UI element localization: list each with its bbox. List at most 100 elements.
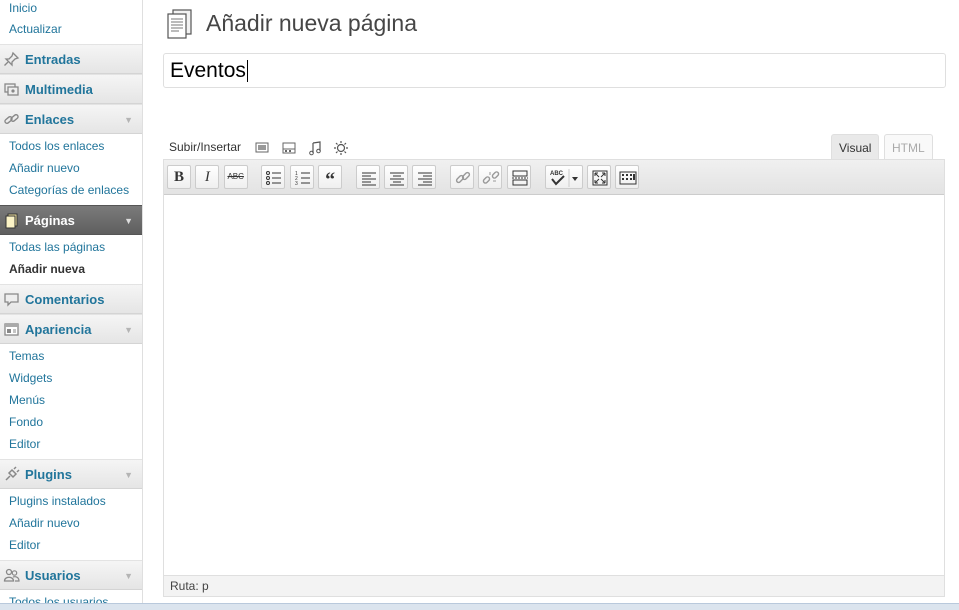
bullet-list-button[interactable] — [261, 165, 286, 189]
menu-entradas[interactable]: Entradas — [0, 44, 142, 74]
menu-label: Plugins — [25, 467, 72, 482]
enlaces-submenu: Todos los enlaces Añadir nuevo Categoría… — [0, 134, 142, 205]
media-icon — [4, 83, 19, 96]
insert-link-button[interactable] — [450, 165, 475, 189]
more-tag-icon — [511, 170, 528, 186]
add-video-icon[interactable] — [281, 140, 297, 156]
usuarios-submenu: Todos los usuarios — [0, 590, 142, 603]
apariencia-submenu: Temas Widgets Menús Fondo Editor — [0, 344, 142, 459]
menu-enlaces[interactable]: Enlaces ▼ — [0, 104, 142, 134]
page-title: Añadir nueva página — [206, 10, 417, 36]
expand-arrow-icon[interactable]: ▼ — [124, 206, 133, 236]
editor-content-area[interactable] — [164, 195, 944, 575]
menu-label: Entradas — [25, 52, 81, 67]
content-editor: B I ABC 123 “ ABC Ruta: p — [163, 159, 945, 597]
menu-multimedia[interactable]: Multimedia — [0, 74, 142, 104]
sidebar-item-temas[interactable]: Temas — [0, 347, 142, 369]
media-upload-bar: Subir/Insertar — [169, 138, 356, 156]
menu-label: Multimedia — [25, 82, 93, 97]
sidebar-item-widgets[interactable]: Widgets — [0, 369, 142, 391]
menu-comentarios[interactable]: Comentarios — [0, 284, 142, 314]
menu-label: Páginas — [25, 213, 75, 228]
sidebar-item-todos-los-usuarios[interactable]: Todos los usuarios — [0, 593, 142, 603]
tab-html[interactable]: HTML — [884, 134, 933, 160]
sidebar-item-todas-las-paginas[interactable]: Todas las páginas — [0, 238, 142, 260]
comment-icon — [4, 293, 19, 307]
fullscreen-icon — [592, 170, 608, 186]
horizontal-scrollbar[interactable] — [0, 603, 959, 610]
svg-text:3: 3 — [295, 181, 298, 187]
menu-usuarios[interactable]: Usuarios ▼ — [0, 560, 142, 590]
kitchen-sink-button[interactable] — [615, 165, 640, 189]
strikethrough-button[interactable]: ABC — [223, 165, 248, 189]
sidebar-item-actualizar[interactable]: Actualizar — [0, 20, 142, 42]
align-center-icon — [390, 172, 405, 186]
spellcheck-icon: ABC — [550, 169, 578, 187]
sidebar-item-menus[interactable]: Menús — [0, 391, 142, 413]
insert-more-button[interactable] — [506, 165, 531, 189]
expand-arrow-icon[interactable]: ▼ — [124, 105, 133, 135]
menu-label: Apariencia — [25, 322, 92, 337]
editor-status-path: Ruta: p — [164, 575, 944, 596]
plugins-submenu: Plugins instalados Añadir nuevo Editor — [0, 489, 142, 560]
spellcheck-button[interactable]: ABC — [544, 165, 583, 189]
link-icon — [4, 114, 19, 124]
sidebar-item-categorias-enlaces[interactable]: Categorías de enlaces — [0, 181, 142, 203]
align-center-button[interactable] — [384, 165, 409, 189]
menu-label: Enlaces — [25, 112, 75, 127]
add-audio-icon[interactable] — [307, 140, 323, 156]
numbered-list-icon: 123 — [295, 171, 310, 187]
bullet-list-icon — [266, 171, 282, 185]
post-title-value: Eventos — [170, 59, 246, 82]
tab-visual[interactable]: Visual — [831, 134, 880, 160]
sidebar-item-editor-temas[interactable]: Editor — [0, 435, 142, 457]
fullscreen-button[interactable] — [586, 165, 611, 189]
expand-arrow-icon[interactable]: ▼ — [124, 460, 133, 490]
link-icon — [456, 171, 471, 184]
menu-paginas[interactable]: Páginas ▼ — [0, 205, 142, 235]
appearance-icon — [4, 323, 19, 336]
media-upload-label: Subir/Insertar — [169, 140, 242, 154]
menu-label: Comentarios — [25, 292, 105, 307]
users-icon — [3, 568, 20, 582]
align-right-button[interactable] — [412, 165, 437, 189]
sidebar-item-anadir-nuevo-enlace[interactable]: Añadir nuevo — [0, 159, 142, 181]
blockquote-button[interactable]: “ — [318, 165, 343, 191]
plugin-icon — [5, 466, 20, 481]
paginas-submenu: Todas las páginas Añadir nueva — [0, 235, 142, 284]
pages-icon — [5, 213, 18, 229]
sidebar-item-anadir-nuevo-plugin[interactable]: Añadir nuevo — [0, 514, 142, 536]
italic-button[interactable]: I — [195, 165, 220, 189]
sidebar-item-todos-los-enlaces[interactable]: Todos los enlaces — [0, 137, 142, 159]
dashboard-submenu: Inicio Actualizar — [0, 0, 142, 44]
post-title-input[interactable]: Eventos — [163, 53, 946, 88]
svg-text:ABC: ABC — [550, 171, 564, 177]
align-left-button[interactable] — [355, 165, 380, 189]
wordpress-admin: Inicio Actualizar Entradas Multimedia En… — [0, 0, 959, 610]
sidebar-item-fondo[interactable]: Fondo — [0, 413, 142, 435]
kitchen-sink-icon — [619, 171, 637, 185]
sidebar-item-inicio[interactable]: Inicio — [0, 0, 142, 20]
editor-toolbar: B I ABC 123 “ ABC — [164, 160, 944, 195]
align-right-icon — [418, 172, 433, 186]
text-caret — [246, 60, 248, 83]
sidebar-item-plugins-instalados[interactable]: Plugins instalados — [0, 492, 142, 514]
align-left-icon — [361, 172, 376, 186]
pin-icon — [4, 51, 20, 67]
numbered-list-button[interactable]: 123 — [289, 165, 314, 189]
add-image-icon[interactable] — [254, 140, 270, 156]
main-content: Añadir nueva página Eventos Subir/Insert… — [143, 0, 959, 603]
menu-label: Usuarios — [25, 568, 81, 583]
expand-arrow-icon[interactable]: ▼ — [124, 561, 133, 591]
menu-plugins[interactable]: Plugins ▼ — [0, 459, 142, 489]
admin-sidebar: Inicio Actualizar Entradas Multimedia En… — [0, 0, 143, 603]
menu-apariencia[interactable]: Apariencia ▼ — [0, 314, 142, 344]
sidebar-item-anadir-nueva-pagina[interactable]: Añadir nueva — [0, 260, 142, 282]
expand-arrow-icon[interactable]: ▼ — [124, 315, 133, 345]
unlink-icon — [483, 171, 500, 184]
add-media-icon[interactable] — [333, 140, 349, 156]
bold-button[interactable]: B — [167, 165, 191, 189]
page-icon — [167, 9, 192, 39]
unlink-button[interactable] — [478, 165, 503, 189]
sidebar-item-editor-plugins[interactable]: Editor — [0, 536, 142, 558]
